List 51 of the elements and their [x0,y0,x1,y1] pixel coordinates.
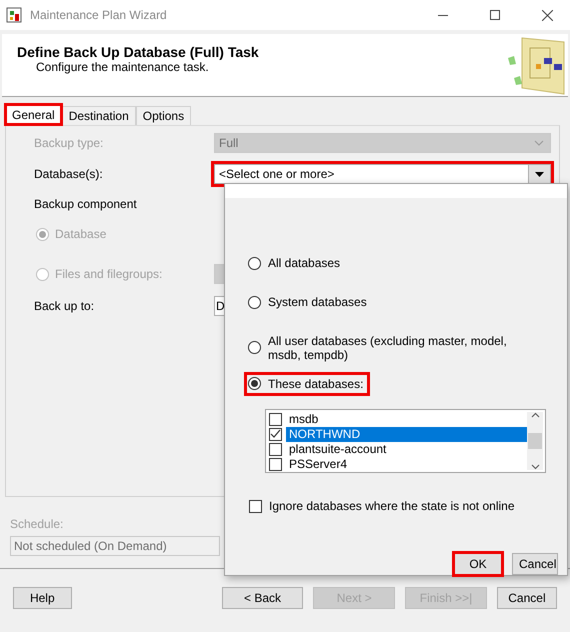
radio-label: All user databases (excluding master, model, msdb, tempdb) [268,334,508,362]
database-list[interactable]: msdb NORTHWND plantsuite-account PSServer4 [265,409,546,473]
section-label: Backup component [33,197,138,211]
close-icon[interactable] [542,10,552,20]
dialog-button[interactable]: OK [454,553,502,575]
window-title: Maintenance Plan Wizard [30,8,168,22]
radio-option[interactable]: All user databases (excluding master, model, msdb, tempdb) [247,332,537,364]
schedule-label: Schedule: [10,517,64,531]
scroll-down-icon[interactable] [530,464,540,470]
dialog-button[interactable]: Cancel [512,553,558,575]
radio-label: These databases: [268,376,364,391]
database-item[interactable]: NORTHWND [286,427,527,442]
app-icon [6,6,24,24]
checkbox[interactable] [269,428,282,441]
field-label: Back up to: [33,299,96,313]
page-title: Define Back Up Database (Full) Task [17,44,259,60]
radio-button[interactable] [248,256,261,270]
radio-option[interactable]: System databases [247,293,371,311]
scroll-up-icon[interactable] [530,412,540,418]
caret-icon [535,172,544,176]
radio-label: System databases [268,295,367,309]
radio-option[interactable]: These databases: [247,374,368,393]
maximize-icon[interactable] [490,10,500,20]
radio-label: Database [55,227,106,241]
radio-label: Files and filegroups: [55,267,162,281]
scrollbar[interactable] [527,412,543,470]
wizard-button[interactable]: Cancel [496,587,558,609]
field-label: Backup type: [33,136,104,150]
checkbox-label: Ignore databases where the state is not online [269,499,514,513]
tab[interactable]: Options [136,106,192,125]
minimize-icon[interactable] [438,14,448,16]
checkbox[interactable] [249,500,262,512]
database-item[interactable]: msdb [286,412,527,427]
radio-button[interactable] [248,377,261,390]
radio-label: All databases [268,256,340,270]
database-item[interactable]: plantsuite-account [286,442,527,457]
radio-option[interactable]: All databases [247,254,344,272]
wizard-button[interactable]: Help [13,587,72,609]
checkbox[interactable] [269,413,282,426]
field-label: Database(s): [33,167,104,181]
radio-button[interactable] [248,296,261,308]
tab[interactable]: General [5,104,62,125]
databases-dropdown[interactable]: <Select one or more> [214,164,551,184]
page-subtitle: Configure the maintenance task. [35,60,210,74]
schedule-field: Not scheduled (On Demand) [10,536,220,556]
tab[interactable]: Destination [62,106,136,125]
database-item[interactable]: PSServer4 [286,457,527,472]
checkbox[interactable] [269,443,282,456]
radio-button[interactable] [248,341,261,354]
checkbox[interactable] [269,458,282,471]
wizard-button[interactable]: < Back [222,587,304,609]
